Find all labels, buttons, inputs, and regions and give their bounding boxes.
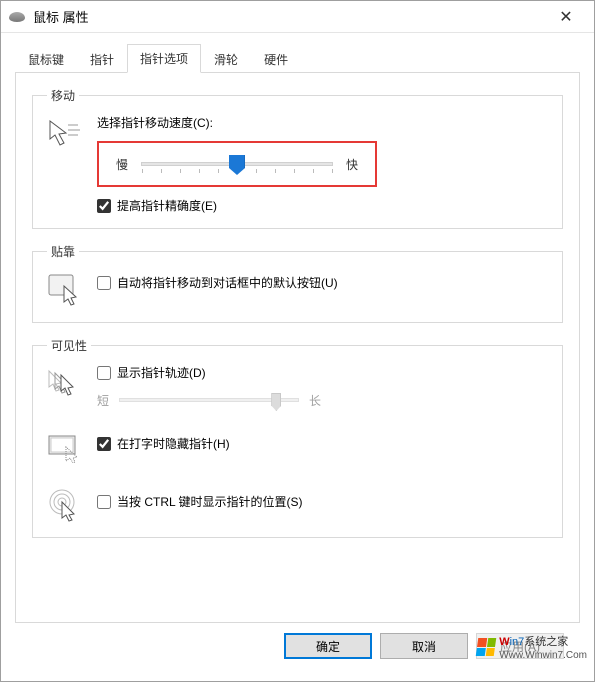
tab-pointer-options[interactable]: 指针选项 <box>127 44 201 73</box>
ctrl-locate-checkbox[interactable] <box>97 495 111 509</box>
trails-icon <box>47 366 83 402</box>
tab-pointers[interactable]: 指针 <box>77 45 127 73</box>
watermark: Win7系统之家 Www.Winwin7.Com <box>475 632 589 662</box>
trails-checkbox[interactable] <box>97 366 111 380</box>
trails-label: 显示指针轨迹(D) <box>117 364 206 381</box>
pointer-speed-slider[interactable] <box>141 153 333 175</box>
speed-label: 选择指针移动速度(C): <box>97 114 548 131</box>
ctrl-locate-label: 当按 CTRL 键时显示指针的位置(S) <box>117 493 303 510</box>
tab-wheel[interactable]: 滑轮 <box>201 45 251 73</box>
mouse-icon <box>9 12 25 22</box>
tab-strip: 鼠标键 指针 指针选项 滑轮 硬件 <box>15 43 580 73</box>
group-snapto: 贴靠 自动将指针移动到对话框中的默认按钮(U) <box>32 243 563 323</box>
ctrl-locate-icon <box>47 487 83 523</box>
speed-slider-thumb[interactable] <box>229 155 245 175</box>
tab-buttons[interactable]: 鼠标键 <box>15 45 77 73</box>
snapto-checkbox[interactable] <box>97 276 111 290</box>
trails-slider-thumb <box>271 393 281 411</box>
group-motion: 移动 选择指针移动速度(C): 慢 <box>32 87 563 229</box>
windows-logo-icon <box>476 638 497 656</box>
window-title: 鼠标 属性 <box>33 7 546 26</box>
tabpage-pointer-options: 移动 选择指针移动速度(C): 慢 <box>15 73 580 623</box>
enhance-precision-checkbox[interactable] <box>97 199 111 213</box>
group-motion-legend: 移动 <box>47 87 79 104</box>
watermark-brand: Win7系统之家 <box>499 636 568 648</box>
watermark-url: Www.Winwin7.Com <box>499 650 587 661</box>
ok-button[interactable]: 确定 <box>284 633 372 659</box>
titlebar: 鼠标 属性 ✕ <box>1 1 594 33</box>
cancel-button[interactable]: 取消 <box>380 633 468 659</box>
hide-typing-label: 在打字时隐藏指针(H) <box>117 435 230 452</box>
group-snapto-legend: 贴靠 <box>47 243 79 260</box>
speed-highlight: 慢 <box>97 141 377 187</box>
group-visibility-legend: 可见性 <box>47 337 91 354</box>
speed-fast-label: 快 <box>343 156 361 173</box>
snapto-icon <box>47 272 83 308</box>
snapto-label: 自动将指针移动到对话框中的默认按钮(U) <box>117 274 338 291</box>
group-visibility: 可见性 显示指针轨迹(D) <box>32 337 563 538</box>
client-area: 鼠标键 指针 指针选项 滑轮 硬件 移动 <box>1 33 594 681</box>
trails-length-slider <box>119 389 299 411</box>
hide-typing-icon <box>47 431 83 467</box>
speed-slow-label: 慢 <box>113 156 131 173</box>
hide-typing-checkbox[interactable] <box>97 437 111 451</box>
mouse-properties-dialog: 鼠标 属性 ✕ 鼠标键 指针 指针选项 滑轮 硬件 移动 <box>0 0 595 682</box>
close-button[interactable]: ✕ <box>546 7 586 27</box>
trails-long-label: 长 <box>309 392 321 409</box>
trails-short-label: 短 <box>97 392 109 409</box>
enhance-precision-label: 提高指针精确度(E) <box>117 197 217 214</box>
tab-hardware[interactable]: 硬件 <box>251 45 301 73</box>
motion-speed-icon <box>47 116 83 152</box>
